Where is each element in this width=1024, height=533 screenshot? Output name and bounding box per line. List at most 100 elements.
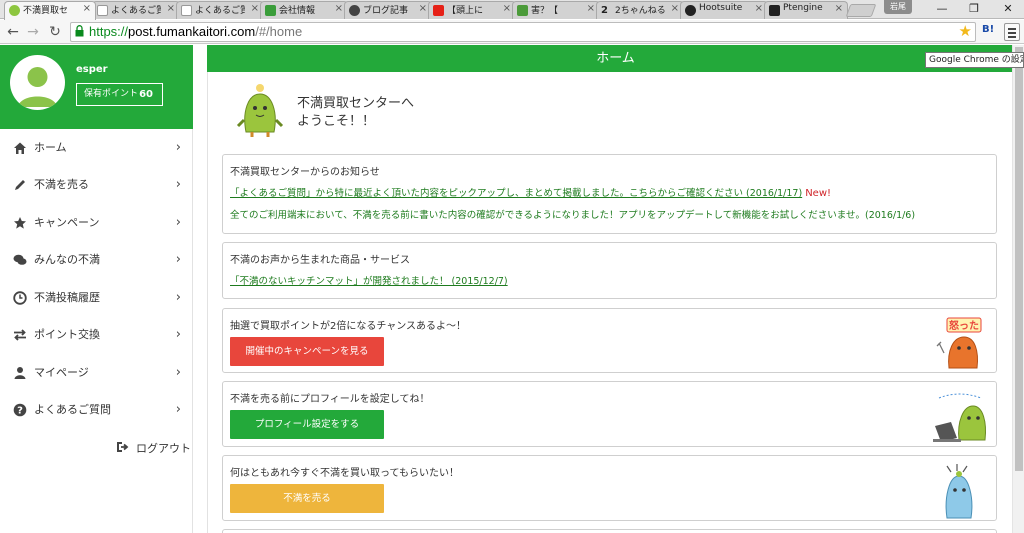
- tab-news[interactable]: 害？【 ×: [512, 1, 600, 19]
- avatar[interactable]: [10, 55, 65, 110]
- campaign-card: 抽選で買取ポイントが2倍になるチャンスあるよ〜！ 開催中のキャンペーンを見る 怒…: [222, 308, 997, 373]
- page-icon: [97, 5, 108, 16]
- close-tab-icon[interactable]: ×: [335, 3, 343, 14]
- view-campaign-button[interactable]: 開催中のキャンペーンを見る: [230, 337, 384, 366]
- notice-card: 不満買取センターからのお知らせ 「よくあるご質問」から特に最近よく頂いた内容をピ…: [222, 154, 997, 234]
- address-bar[interactable]: https://post.fumankaitori.com/#/home ★: [70, 22, 976, 42]
- youtube-icon: [433, 5, 444, 16]
- points-value: 60: [139, 89, 153, 100]
- chevron-right-icon: ›: [175, 215, 181, 230]
- question-icon: ?: [13, 403, 27, 417]
- clock-icon: [13, 291, 27, 305]
- user-silhouette-icon: [18, 67, 57, 107]
- tab-faq-1[interactable]: よくあるご質 ×: [92, 1, 180, 19]
- product-link[interactable]: 「不満のないキッチンマット」が開発されました！ (2015/12/7): [230, 276, 508, 287]
- mascot-favicon-icon: [9, 5, 20, 16]
- chevron-right-icon: ›: [175, 290, 181, 305]
- exchange-icon: [14, 329, 26, 341]
- menu-tooltip: Google Chrome の設定: [925, 52, 1024, 68]
- restore-icon[interactable]: ❐: [958, 0, 990, 18]
- close-tab-icon[interactable]: ×: [755, 3, 763, 14]
- notice-title: 不満買取センターからのお知らせ: [230, 167, 380, 178]
- user-icon: [14, 367, 26, 379]
- sell-complaint-button[interactable]: 不満を売る: [230, 484, 384, 513]
- tab-hootsuite[interactable]: Hootsuite ×: [680, 1, 768, 19]
- welcome-mascot-icon: [236, 84, 284, 137]
- sidebar-item-mypage[interactable]: マイページ ›: [0, 355, 193, 391]
- new-tab-button[interactable]: [845, 4, 877, 17]
- browser-tab-strip: 不満買取セ × よくあるご質 × よくあるご質 × 会社情報 × ブログ記事 ×…: [0, 0, 1024, 20]
- back-arrow-icon[interactable]: ←: [4, 23, 22, 41]
- star-icon: [14, 217, 26, 229]
- chevron-right-icon: ›: [175, 177, 181, 192]
- sidebar: esper 保有ポイント 60 ホーム › 不満を売る › キャンペーン › みんなの…: [0, 45, 193, 533]
- campaign-text: 抽選で買取ポイントが2倍になるチャンスあるよ〜！: [230, 321, 467, 332]
- sell-card: 何はともあれ今すぐ不満を買い取ってもらいたい！ 不満を売る: [222, 455, 997, 521]
- chevron-right-icon: ›: [175, 252, 181, 267]
- sidebar-item-sell[interactable]: 不満を売る ›: [0, 167, 193, 203]
- scrollbar-thumb[interactable]: [1015, 47, 1023, 471]
- svg-text:?: ?: [17, 406, 23, 417]
- number-two-icon: 2: [601, 5, 608, 16]
- minimize-icon[interactable]: —: [926, 0, 958, 18]
- sell-prompt: 何はともあれ今すぐ不満を買い取ってもらいたい！: [230, 468, 459, 479]
- sidebar-item-exchange[interactable]: ポイント交換 ›: [0, 317, 193, 353]
- angry-mascot-icon: 怒った: [936, 317, 982, 369]
- tab-faq-2[interactable]: よくあるご質 ×: [176, 1, 264, 19]
- tab-blog[interactable]: ブログ記事 ×: [344, 1, 432, 19]
- close-tab-icon[interactable]: ×: [503, 3, 511, 14]
- browser-toolbar: ← → ↻ https://post.fumankaitori.com/#/ho…: [0, 20, 1024, 44]
- products-card: 不満のお声から生まれた商品・サービス 「不満のないキッチンマット」が開発されまし…: [222, 242, 997, 299]
- sidebar-item-history[interactable]: 不満投稿履歴 ›: [0, 280, 193, 316]
- sidebar-item-campaign[interactable]: キャンペーン ›: [0, 205, 193, 241]
- tab-company-info[interactable]: 会社情報 ×: [260, 1, 348, 19]
- notice-link[interactable]: 「よくあるご質問」から特に最近よく頂いた内容をピックアップし、まとめて掲載しまし…: [230, 188, 802, 199]
- sidebar-item-everyone[interactable]: みんなの不満 ›: [0, 242, 193, 278]
- profile-card: 不満を売る前にプロフィールを設定してね！ プロフィール設定をする: [222, 381, 997, 447]
- close-tab-icon[interactable]: ×: [587, 3, 595, 14]
- blog-icon: [349, 5, 360, 16]
- bookmark-star-icon[interactable]: ★: [959, 23, 972, 41]
- username: esper: [76, 64, 108, 75]
- close-tab-icon[interactable]: ×: [671, 3, 679, 14]
- tab-ptengine[interactable]: Ptengine ×: [764, 1, 848, 19]
- ptengine-icon: [769, 5, 780, 16]
- news-icon: [517, 5, 528, 16]
- points-badge[interactable]: 保有ポイント 60: [76, 83, 163, 106]
- link-icon: [265, 5, 276, 16]
- close-tab-icon[interactable]: ×: [251, 3, 259, 14]
- products-title: 不満のお声から生まれた商品・サービス: [230, 255, 410, 266]
- tab-fumankaitori[interactable]: 不満買取セ ×: [4, 1, 96, 20]
- close-tab-icon[interactable]: ×: [835, 3, 843, 14]
- pencil-icon: [15, 180, 25, 190]
- chrome-profile-button[interactable]: 岩尾: [884, 0, 912, 14]
- close-tab-icon[interactable]: ×: [167, 3, 175, 14]
- window-close-icon[interactable]: ✕: [992, 0, 1024, 18]
- tab-youtube[interactable]: 【頭上に ×: [428, 1, 516, 19]
- svg-text:怒った: 怒った: [949, 319, 979, 332]
- laptop-mascot-icon: [933, 393, 986, 442]
- comments-icon: [13, 254, 27, 265]
- hatena-bookmark-extension-icon[interactable]: B!: [982, 24, 998, 39]
- page-title: ホーム: [207, 45, 1024, 72]
- page-scrollbar[interactable]: [1012, 45, 1024, 533]
- chrome-menu-button[interactable]: [1004, 23, 1020, 41]
- close-tab-icon[interactable]: ×: [83, 3, 91, 14]
- product-item: 「不満のないキッチンマット」が開発されました！ (2015/12/7): [230, 273, 508, 287]
- forward-arrow-icon[interactable]: →: [24, 23, 42, 41]
- new-badge: New!: [805, 188, 832, 199]
- logout-link[interactable]: ログアウト: [116, 440, 191, 456]
- notice-item: 全てのご利用端末において、不満を売る前に書いた内容の確認ができるようになりました…: [230, 210, 916, 221]
- notice-item: 「よくあるご質問」から特に最近よく頂いた内容をピックアップし、まとめて掲載しまし…: [230, 185, 831, 199]
- close-tab-icon[interactable]: ×: [419, 3, 427, 14]
- tab-2ch[interactable]: 2 2ちゃんねる ×: [596, 1, 684, 19]
- sign-out-icon: [117, 442, 129, 452]
- reload-icon[interactable]: ↻: [46, 23, 64, 41]
- profile-settings-button[interactable]: プロフィール設定をする: [230, 410, 384, 439]
- lock-icon: [75, 25, 84, 37]
- home-icon: [14, 142, 26, 154]
- sidebar-item-faq[interactable]: ? よくあるご質問 ›: [0, 392, 193, 428]
- chevron-right-icon: ›: [175, 365, 181, 380]
- sidebar-item-home[interactable]: ホーム ›: [0, 130, 193, 166]
- additional-card: [222, 529, 997, 533]
